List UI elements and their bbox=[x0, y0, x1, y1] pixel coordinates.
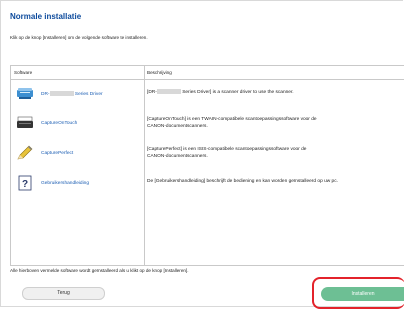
software-name-captureontouch[interactable]: CaptureOnTouch bbox=[41, 121, 77, 126]
software-name-manual[interactable]: Gebruikershandleiding bbox=[41, 181, 89, 186]
column-header-software: Software bbox=[14, 70, 33, 75]
software-description-driver: [DR- Series Driver] is a scanner driver … bbox=[147, 89, 294, 95]
instruction-text: Klik op de knop [Installeren] om de volg… bbox=[10, 35, 148, 40]
scanner-software-icon bbox=[16, 115, 34, 131]
software-table: Software Beschrijving DR- Series Driver … bbox=[10, 65, 404, 266]
manual-icon: ? bbox=[16, 175, 34, 191]
table-row: ? Gebruikershandleiding De [Gebruikersha… bbox=[11, 171, 404, 201]
table-row: CaptureOnTouch [CaptureOnTouch] is een T… bbox=[11, 111, 404, 141]
software-description-captureperfect: [CapturePerfect] is een ISIS-compatibele… bbox=[147, 147, 307, 159]
table-row: DR- Series Driver [DR- Series Driver] is… bbox=[11, 81, 404, 111]
table-row: CapturePerfect [CapturePerfect] is een I… bbox=[11, 141, 404, 171]
install-note: Alle hierboven vermelde software wordt g… bbox=[10, 268, 189, 273]
software-description-manual: De [Gebruikershandleiding] beschrijft de… bbox=[147, 179, 338, 184]
pencil-icon bbox=[16, 145, 34, 161]
software-name-captureperfect[interactable]: CapturePerfect bbox=[41, 151, 73, 156]
column-header-description: Beschrijving bbox=[147, 70, 172, 75]
table-header: Software Beschrijving bbox=[11, 66, 404, 80]
install-button[interactable]: Installeren bbox=[321, 287, 404, 301]
scanner-icon bbox=[16, 85, 34, 101]
back-button[interactable]: Terug bbox=[22, 287, 105, 300]
software-description-captureontouch: [CaptureOnTouch] is een TWAIN-compatibel… bbox=[147, 117, 317, 129]
page-title: Normale installatie bbox=[10, 12, 82, 21]
redacted-model bbox=[49, 91, 74, 96]
software-name-driver[interactable]: DR- Series Driver bbox=[41, 91, 103, 97]
redacted-model bbox=[156, 89, 181, 94]
svg-text:?: ? bbox=[22, 179, 28, 190]
installer-window: Normale installatie Klik op de knop [Ins… bbox=[0, 0, 404, 309]
